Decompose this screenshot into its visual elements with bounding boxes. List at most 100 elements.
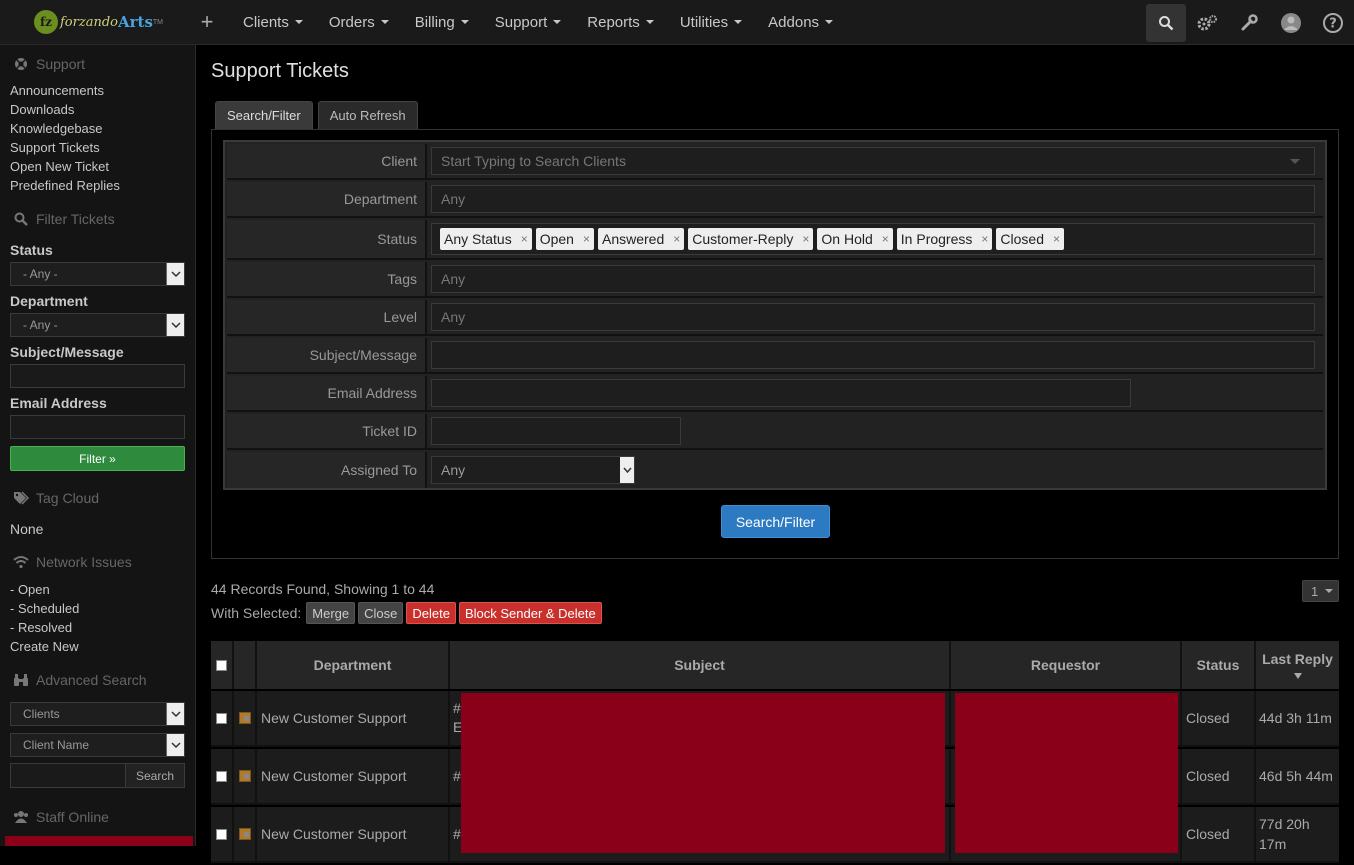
remove-tag-icon[interactable]: × xyxy=(802,232,809,246)
help-icon[interactable]: ? xyxy=(1312,0,1354,45)
nav-reports[interactable]: Reports xyxy=(574,0,667,45)
row-status: Closed xyxy=(1182,749,1256,805)
select-value: - Any - xyxy=(23,267,58,281)
page-select[interactable]: 1 xyxy=(1302,580,1339,602)
form-row-department: Department Any xyxy=(227,182,1323,218)
nav-utilities[interactable]: Utilities xyxy=(667,0,755,45)
email-input[interactable] xyxy=(431,379,1131,407)
search-icon[interactable] xyxy=(1146,3,1186,42)
status-filter-select[interactable]: - Any - xyxy=(10,262,185,286)
form-row-level: Level Any xyxy=(227,300,1323,336)
column-header-status[interactable]: Status xyxy=(1182,641,1256,689)
status-filter-label: Status xyxy=(10,242,53,258)
ticket-id-input[interactable] xyxy=(431,417,681,445)
sidebar-link-open-new-ticket[interactable]: Open New Ticket xyxy=(0,157,195,176)
level-select[interactable]: Any xyxy=(431,303,1315,331)
subject-input[interactable] xyxy=(431,341,1315,369)
top-navbar: fz forzando Arts TM + Clients Orders Billi… xyxy=(0,0,1354,45)
advanced-search-button[interactable]: Search xyxy=(126,763,185,788)
advanced-search-type-select[interactable]: Clients xyxy=(10,702,185,726)
tab-auto-refresh[interactable]: Auto Refresh xyxy=(317,101,418,129)
row-checkbox[interactable] xyxy=(216,828,227,840)
with-selected-label: With Selected: xyxy=(211,605,302,621)
advanced-search-field-select[interactable]: Client Name xyxy=(10,733,185,757)
department-select[interactable]: Any xyxy=(431,185,1315,213)
network-link-create-new[interactable]: Create New xyxy=(0,637,195,656)
add-new-icon[interactable]: + xyxy=(200,9,214,35)
remove-tag-icon[interactable]: × xyxy=(583,232,590,246)
chevron-down-icon xyxy=(166,263,184,285)
nav-label: Reports xyxy=(587,13,640,31)
form-row-subject: Subject/Message xyxy=(227,338,1323,374)
nav-support[interactable]: Support xyxy=(482,0,575,45)
remove-tag-icon[interactable]: × xyxy=(673,232,680,246)
status-tag: In Progress × xyxy=(896,228,993,250)
main-menu: Clients Orders Billing Support Reports U… xyxy=(230,0,846,45)
nav-billing[interactable]: Billing xyxy=(402,0,482,45)
sidebar: Support Announcements Downloads Knowledg… xyxy=(0,45,196,846)
gears-icon[interactable] xyxy=(1186,0,1228,45)
user-avatar-icon[interactable] xyxy=(1270,0,1312,45)
network-link-open[interactable]: - Open xyxy=(0,580,195,599)
nav-clients[interactable]: Clients xyxy=(230,0,316,45)
row-checkbox[interactable] xyxy=(216,712,227,724)
subject-filter-input[interactable] xyxy=(10,364,185,388)
filter-button[interactable]: Filter » xyxy=(10,446,185,471)
network-links: - Open - Scheduled - Resolved Create New xyxy=(0,580,195,656)
wrench-icon[interactable] xyxy=(1228,0,1270,45)
subject-prefix: # xyxy=(453,768,461,784)
row-checkbox[interactable] xyxy=(216,770,227,782)
sidebar-link-predefined-replies[interactable]: Predefined Replies xyxy=(0,176,195,195)
status-tag-label: Answered xyxy=(601,231,665,247)
column-header-last-reply[interactable]: Last Reply xyxy=(1256,641,1339,689)
client-search-input[interactable]: Start Typing to Search Clients xyxy=(431,147,1315,175)
sidebar-link-support-tickets[interactable]: Support Tickets xyxy=(0,138,195,157)
caret-down-icon xyxy=(645,20,654,24)
remove-tag-icon[interactable]: × xyxy=(981,232,988,246)
nav-orders[interactable]: Orders xyxy=(316,0,402,45)
status-tag: On Hold × xyxy=(817,228,893,250)
form-row-email: Email Address xyxy=(227,376,1323,412)
merge-button[interactable]: Merge xyxy=(306,602,356,624)
advanced-search-input[interactable] xyxy=(10,763,126,788)
remove-tag-icon[interactable]: × xyxy=(1053,232,1060,246)
tags-input[interactable]: Any xyxy=(431,265,1315,293)
delete-button[interactable]: Delete xyxy=(406,602,456,624)
select-all-checkbox[interactable] xyxy=(216,659,227,671)
support-links: Announcements Downloads Knowledgebase Su… xyxy=(0,81,195,195)
status-multiselect[interactable]: Any Status × Open × Answered × Customer-Rep… xyxy=(431,223,1315,255)
close-button[interactable]: Close xyxy=(358,602,404,624)
page-title: Support Tickets xyxy=(211,60,349,82)
department-field-cell: Any xyxy=(427,182,1323,216)
sidebar-link-downloads[interactable]: Downloads xyxy=(0,100,195,119)
staff-online-redacted xyxy=(5,836,193,846)
ticket-flag-icon xyxy=(238,770,251,782)
select-value: Clients xyxy=(23,707,60,721)
sidebar-link-announcements[interactable]: Announcements xyxy=(0,81,195,100)
sidebar-heading-label: Advanced Search xyxy=(36,672,147,688)
column-header-department[interactable]: Department xyxy=(257,641,450,689)
remove-tag-icon[interactable]: × xyxy=(882,232,889,246)
department-filter-select[interactable]: - Any - xyxy=(10,313,185,337)
column-header-subject[interactable]: Subject xyxy=(450,641,951,689)
svg-text:?: ? xyxy=(1329,16,1337,31)
nav-addons[interactable]: Addons xyxy=(755,0,846,45)
assigned-to-select[interactable]: Any xyxy=(431,456,635,484)
last-reply-label: Last Reply xyxy=(1262,651,1333,667)
remove-tag-icon[interactable]: × xyxy=(521,232,528,246)
network-link-scheduled[interactable]: - Scheduled xyxy=(0,599,195,618)
brand-logo[interactable]: fz forzando Arts TM xyxy=(34,0,184,45)
block-sender-delete-button[interactable]: Block Sender & Delete xyxy=(458,602,602,624)
sidebar-link-knowledgebase[interactable]: Knowledgebase xyxy=(0,119,195,138)
row-icon-cell xyxy=(234,807,257,863)
tags-icon xyxy=(13,491,29,505)
network-link-resolved[interactable]: - Resolved xyxy=(0,618,195,637)
tab-search-filter[interactable]: Search/Filter xyxy=(215,101,313,129)
email-filter-input[interactable] xyxy=(10,415,185,439)
column-header-requestor[interactable]: Requestor xyxy=(951,641,1182,689)
advanced-search-row: Search xyxy=(10,763,185,788)
nav-label: Clients xyxy=(243,13,289,31)
logo-mark: fz xyxy=(34,10,58,34)
search-filter-button[interactable]: Search/Filter xyxy=(721,505,830,538)
assigned-label: Assigned To xyxy=(227,452,427,488)
